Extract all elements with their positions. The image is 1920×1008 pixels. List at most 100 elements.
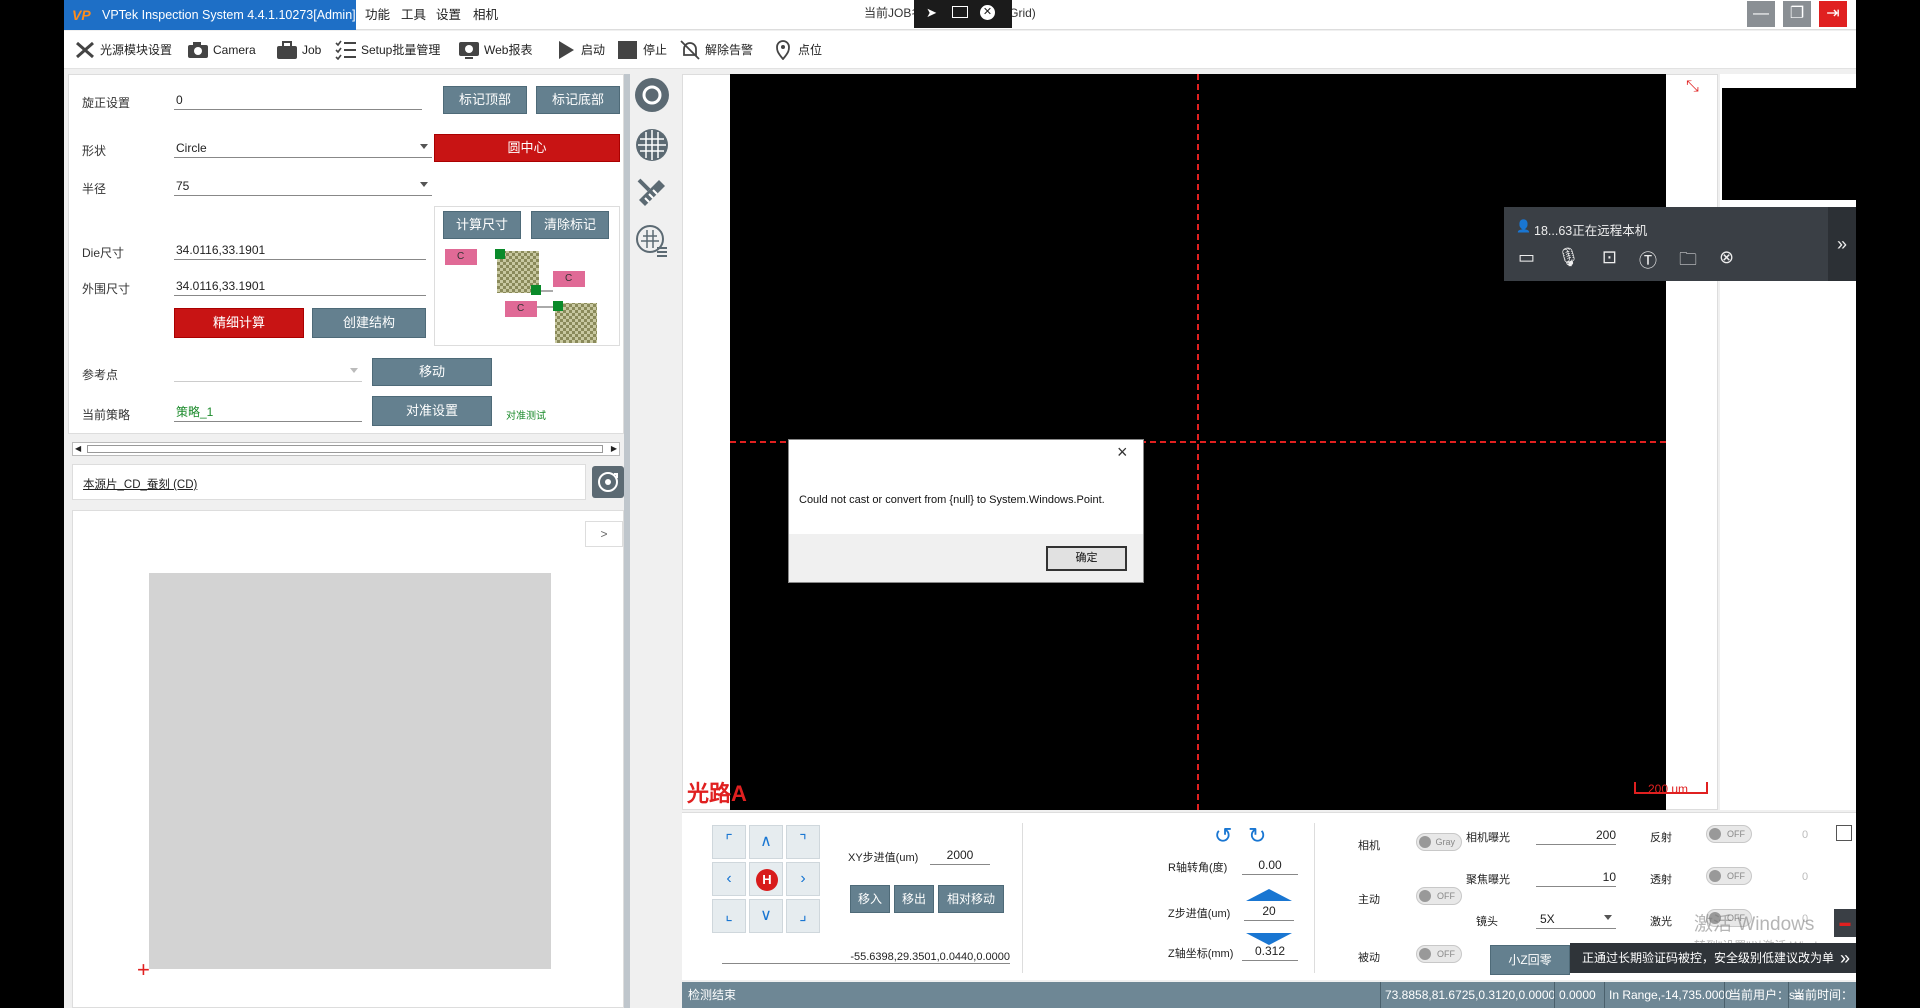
lens-select[interactable]: 5X <box>1536 909 1616 929</box>
menu-tools[interactable]: 工具 <box>401 0 426 30</box>
move-in-button[interactable]: 移入 <box>850 885 890 913</box>
outer-size-input[interactable]: 34.0116,33.1901 <box>174 276 426 296</box>
menu-settings[interactable]: 设置 <box>436 0 461 30</box>
horizontal-scrollbar[interactable]: ◀ ▶ <box>72 442 620 456</box>
wafer-map[interactable] <box>149 573 551 969</box>
transmit-toggle[interactable]: OFF <box>1706 867 1752 885</box>
move-button[interactable]: 移动 <box>372 358 492 386</box>
origin-marker: + <box>137 957 150 982</box>
toolbar-clear-alarm[interactable]: 解除告警 <box>679 31 753 69</box>
mark-top-button[interactable]: 标记顶部 <box>443 86 527 114</box>
toolbar-stop[interactable]: 停止 <box>617 31 667 69</box>
shape-select[interactable]: Circle <box>174 138 432 158</box>
status-message: 检测结束 <box>688 988 737 1002</box>
optical-path-label: 光路A <box>687 781 747 806</box>
toolbar-camera[interactable]: Camera <box>187 31 256 69</box>
mark-bottom-button[interactable]: 标记底部 <box>536 86 620 114</box>
reflect-toggle[interactable]: OFF <box>1706 825 1752 843</box>
chat-icon[interactable]: ▭ <box>1518 247 1535 277</box>
move-down-button[interactable]: ∨ <box>749 899 783 933</box>
toolbar-web-report[interactable]: Web报表 <box>458 31 532 69</box>
move-up-right-button[interactable]: ⌝ <box>786 825 820 859</box>
z-step-input[interactable]: 20 <box>1244 901 1294 921</box>
strategy-label: 当前策略 <box>82 408 131 422</box>
chevron-right-icon[interactable]: ▶ <box>611 444 617 453</box>
move-left-button[interactable]: ‹ <box>712 862 746 896</box>
align-test-link[interactable]: 对准测试 <box>506 407 546 422</box>
passive-toggle[interactable]: OFF <box>1416 945 1462 963</box>
menu-function[interactable]: 功能 <box>365 0 390 30</box>
reference-point-label: 参考点 <box>82 368 119 382</box>
text-icon[interactable]: Ⓣ <box>1639 247 1657 277</box>
create-structure-button[interactable]: 创建结构 <box>312 308 426 338</box>
source-link[interactable]: 本源片_CD_蚕刻 (CD) <box>83 476 197 492</box>
grid-settings-icon[interactable] <box>635 224 669 258</box>
camera-icon[interactable] <box>635 78 669 112</box>
pointer-icon[interactable]: ➤ <box>926 5 937 21</box>
microphone-icon[interactable]: 🎙 <box>1557 247 1580 277</box>
rotate-input[interactable]: 0 <box>174 90 422 110</box>
restore-button[interactable]: ❐ <box>1783 1 1811 27</box>
move-right-button[interactable]: › <box>786 862 820 896</box>
scrollbar-thumb[interactable] <box>87 445 603 453</box>
calc-size-button[interactable]: 计算尺寸 <box>443 211 521 239</box>
remote-control-bar: 👤 18...63正在远程本机 ▭ 🎙 ⊡ Ⓣ 🗀 ⊗ » <box>1504 207 1856 281</box>
strategy-input[interactable]: 策略_1 <box>174 402 362 422</box>
minimize-button[interactable]: — <box>1747 1 1775 27</box>
reference-point-select[interactable] <box>174 362 362 382</box>
close-icon[interactable]: ✕ <box>980 5 995 20</box>
measure-tool-icon[interactable] <box>635 176 669 210</box>
menu-camera[interactable]: 相机 <box>473 0 498 30</box>
exit-button[interactable]: ⇥ <box>1819 1 1847 27</box>
dialog-message: Could not cast or convert from {null} to… <box>799 494 1105 506</box>
chevron-down-icon <box>420 182 428 187</box>
chevron-left-icon[interactable]: ◀ <box>75 444 81 453</box>
remote-expand-button[interactable]: » <box>1828 207 1856 281</box>
scale-label: 200 um <box>1648 782 1689 796</box>
security-notice: 正通过长期验证码被控，安全级别低建议改为单次验证码 <box>1570 943 1856 973</box>
collapse-icon[interactable]: ⤡ <box>1686 78 1699 96</box>
ok-button[interactable]: 确定 <box>1046 546 1127 571</box>
relative-move-button[interactable]: 相对移动 <box>938 885 1004 913</box>
move-down-left-button[interactable]: ⌞ <box>712 899 746 933</box>
toolbar-points[interactable]: 点位 <box>772 31 822 69</box>
exposure-input[interactable]: 200 <box>1536 825 1616 845</box>
die-size-input[interactable]: 34.0116,33.1901 <box>174 240 426 260</box>
clear-mark-button[interactable]: 清除标记 <box>531 211 609 239</box>
keyboard-icon[interactable] <box>952 6 968 18</box>
thumbnail-view[interactable] <box>1722 88 1856 200</box>
center-button[interactable]: 圆中心 <box>434 134 620 162</box>
xy-step-input[interactable]: 2000 <box>930 845 990 865</box>
refresh-button[interactable] <box>592 466 624 498</box>
active-toggle[interactable]: OFF <box>1416 887 1462 905</box>
home-icon: H <box>756 869 778 891</box>
align-settings-button[interactable]: 对准设置 <box>372 396 492 426</box>
close-circle-icon[interactable]: ⊗ <box>1719 247 1734 277</box>
move-out-button[interactable]: 移出 <box>894 885 934 913</box>
toolbar-start[interactable]: 启动 <box>555 31 605 69</box>
reflect-checkbox[interactable] <box>1836 825 1852 841</box>
folder-icon[interactable]: ▬ <box>1834 909 1856 937</box>
next-button[interactable]: > <box>585 521 623 547</box>
dialog-close-button[interactable]: × <box>1117 442 1128 463</box>
rotate-cw-icon[interactable]: ↻ <box>1248 823 1266 849</box>
home-button[interactable]: H <box>749 862 783 896</box>
move-down-right-button[interactable]: ⌟ <box>786 899 820 933</box>
folder-icon[interactable]: 🗀 <box>1679 247 1697 277</box>
fine-calc-button[interactable]: 精细计算 <box>174 308 304 338</box>
radius-select[interactable]: 75 <box>174 176 432 196</box>
camera-gray-toggle[interactable]: Gray <box>1416 833 1462 851</box>
focus-exposure-input[interactable]: 10 <box>1536 867 1616 887</box>
r-angle-input[interactable]: 0.00 <box>1242 855 1298 875</box>
grid-icon[interactable] <box>635 128 669 162</box>
screen-share-icon[interactable]: ⊡ <box>1602 247 1617 277</box>
move-up-button[interactable]: ∧ <box>749 825 783 859</box>
z-coord-input[interactable]: 0.312 <box>1242 941 1298 961</box>
toolbar-light-module[interactable]: 光源模块设置 <box>74 31 172 69</box>
notice-expand-button[interactable]: » <box>1834 943 1856 973</box>
toolbar-job[interactable]: Job <box>276 31 321 69</box>
move-up-left-button[interactable]: ⌜ <box>712 825 746 859</box>
rotate-ccw-icon[interactable]: ↺ <box>1214 823 1232 849</box>
small-z-home-button[interactable]: 小Z回零 <box>1490 945 1570 975</box>
toolbar-setup-batch[interactable]: Setup批量管理 <box>335 31 440 69</box>
